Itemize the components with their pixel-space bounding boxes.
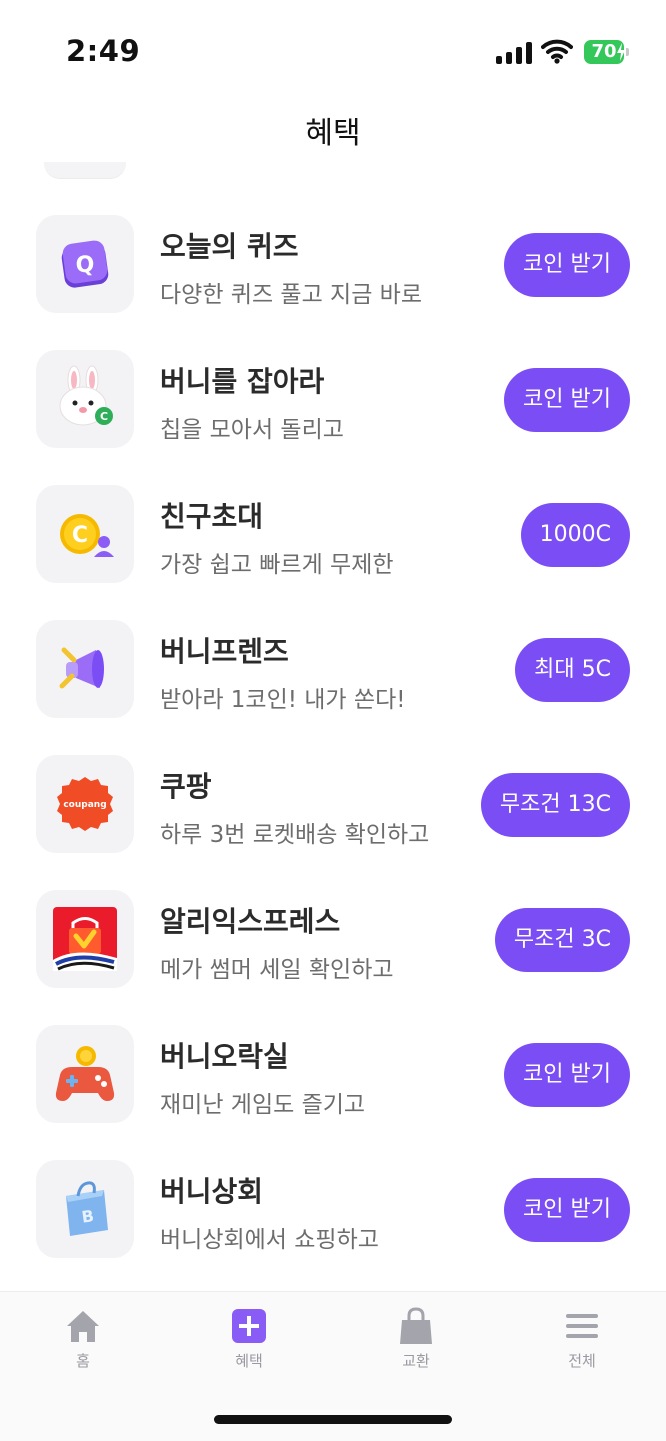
shopping-bag-icon: B [36,1160,134,1258]
battery-icon: 70 [584,40,629,64]
benefit-title: 버니를 잡아라 [160,365,325,398]
coin-user-icon: C [36,485,134,583]
benefit-item-arcade[interactable]: 버니오락실 재미난 게임도 즐기고 코인 받기 [0,1025,666,1125]
cellular-signal-icon [496,42,532,64]
svg-text:Q: Q [76,253,95,278]
reward-max-5c-button[interactable]: 최대 5C [515,638,630,702]
benefit-title: 쿠팡 [160,770,212,803]
bag-icon [400,1307,432,1344]
benefit-title: 버니상회 [160,1175,264,1208]
benefit-subtitle: 재미난 게임도 즐기고 [160,1092,366,1118]
tab-label: 혜택 [235,1352,263,1370]
svg-text:C: C [72,523,88,548]
tab-all[interactable]: 전체 [522,1306,642,1371]
benefit-item-coupang[interactable]: coupang 쿠팡 하루 3번 로켓배송 확인하고 무조건 13C [0,755,666,855]
tab-label: 홈 [76,1352,90,1370]
benefit-title: 버니프렌즈 [160,635,289,668]
benefit-item-store[interactable]: B 버니상회 버니상회에서 쇼핑하고 코인 받기 [0,1160,666,1260]
reward-1000c-button[interactable]: 1000C [520,503,630,567]
benefit-subtitle: 메가 썸머 세일 확인하고 [160,957,394,983]
bunny-icon: C [36,350,134,448]
benefit-subtitle: 칩을 모아서 돌리고 [160,417,344,443]
wifi-icon [541,39,573,64]
previous-item-peek [44,162,126,179]
get-coin-button[interactable]: 코인 받기 [504,1178,630,1242]
benefit-subtitle: 받아라 1코인! 내가 쏜다! [160,687,406,713]
get-coin-button[interactable]: 코인 받기 [504,233,630,297]
quiz-icon: Q [36,215,134,313]
svg-text:coupang: coupang [63,800,106,810]
coupang-logo: coupang [36,755,134,853]
plus-icon [232,1309,266,1343]
benefit-title: 버니오락실 [160,1040,289,1073]
home-indicator [214,1415,452,1424]
tab-benefits[interactable]: 혜택 [189,1306,309,1371]
tab-home[interactable]: 홈 [23,1306,143,1371]
benefit-subtitle: 가장 쉽고 빠르게 무제한 [160,552,394,578]
menu-icon [566,1314,598,1338]
benefit-item-friends[interactable]: 버니프렌즈 받아라 1코인! 내가 쏜다! 최대 5C [0,620,666,720]
benefit-subtitle: 버니상회에서 쇼핑하고 [160,1227,379,1253]
tab-label: 전체 [568,1352,596,1370]
reward-3c-button[interactable]: 무조건 3C [494,908,630,972]
benefit-title: 알리익스프레스 [160,905,341,938]
svg-text:B: B [80,1206,95,1227]
tab-exchange[interactable]: 교환 [356,1306,476,1371]
benefit-title: 오늘의 퀴즈 [160,230,299,263]
benefit-subtitle: 다양한 퀴즈 풀고 지금 바로 [160,282,423,308]
aliexpress-logo [36,890,134,988]
megaphone-icon [36,620,134,718]
benefit-title: 친구초대 [160,500,264,533]
get-coin-button[interactable]: 코인 받기 [504,1043,630,1107]
benefit-item-bunny[interactable]: C 버니를 잡아라 칩을 모아서 돌리고 코인 받기 [0,350,666,450]
svg-text:C: C [100,410,108,423]
gamepad-icon [36,1025,134,1123]
benefit-item-aliexpress[interactable]: 알리익스프레스 메가 썸머 세일 확인하고 무조건 3C [0,890,666,990]
benefit-subtitle: 하루 3번 로켓배송 확인하고 [160,822,430,848]
benefit-item-quiz[interactable]: Q 오늘의 퀴즈 다양한 퀴즈 풀고 지금 바로 코인 받기 [0,215,666,315]
tab-label: 교환 [402,1352,430,1370]
home-icon [67,1311,99,1342]
status-time: 2:49 [66,34,141,68]
status-bar: 2:49 70 [0,0,666,100]
get-coin-button[interactable]: 코인 받기 [504,368,630,432]
benefit-item-invite[interactable]: C 친구초대 가장 쉽고 빠르게 무제한 1000C [0,485,666,585]
page-title: 혜택 [305,116,361,151]
reward-13c-button[interactable]: 무조건 13C [480,773,630,837]
